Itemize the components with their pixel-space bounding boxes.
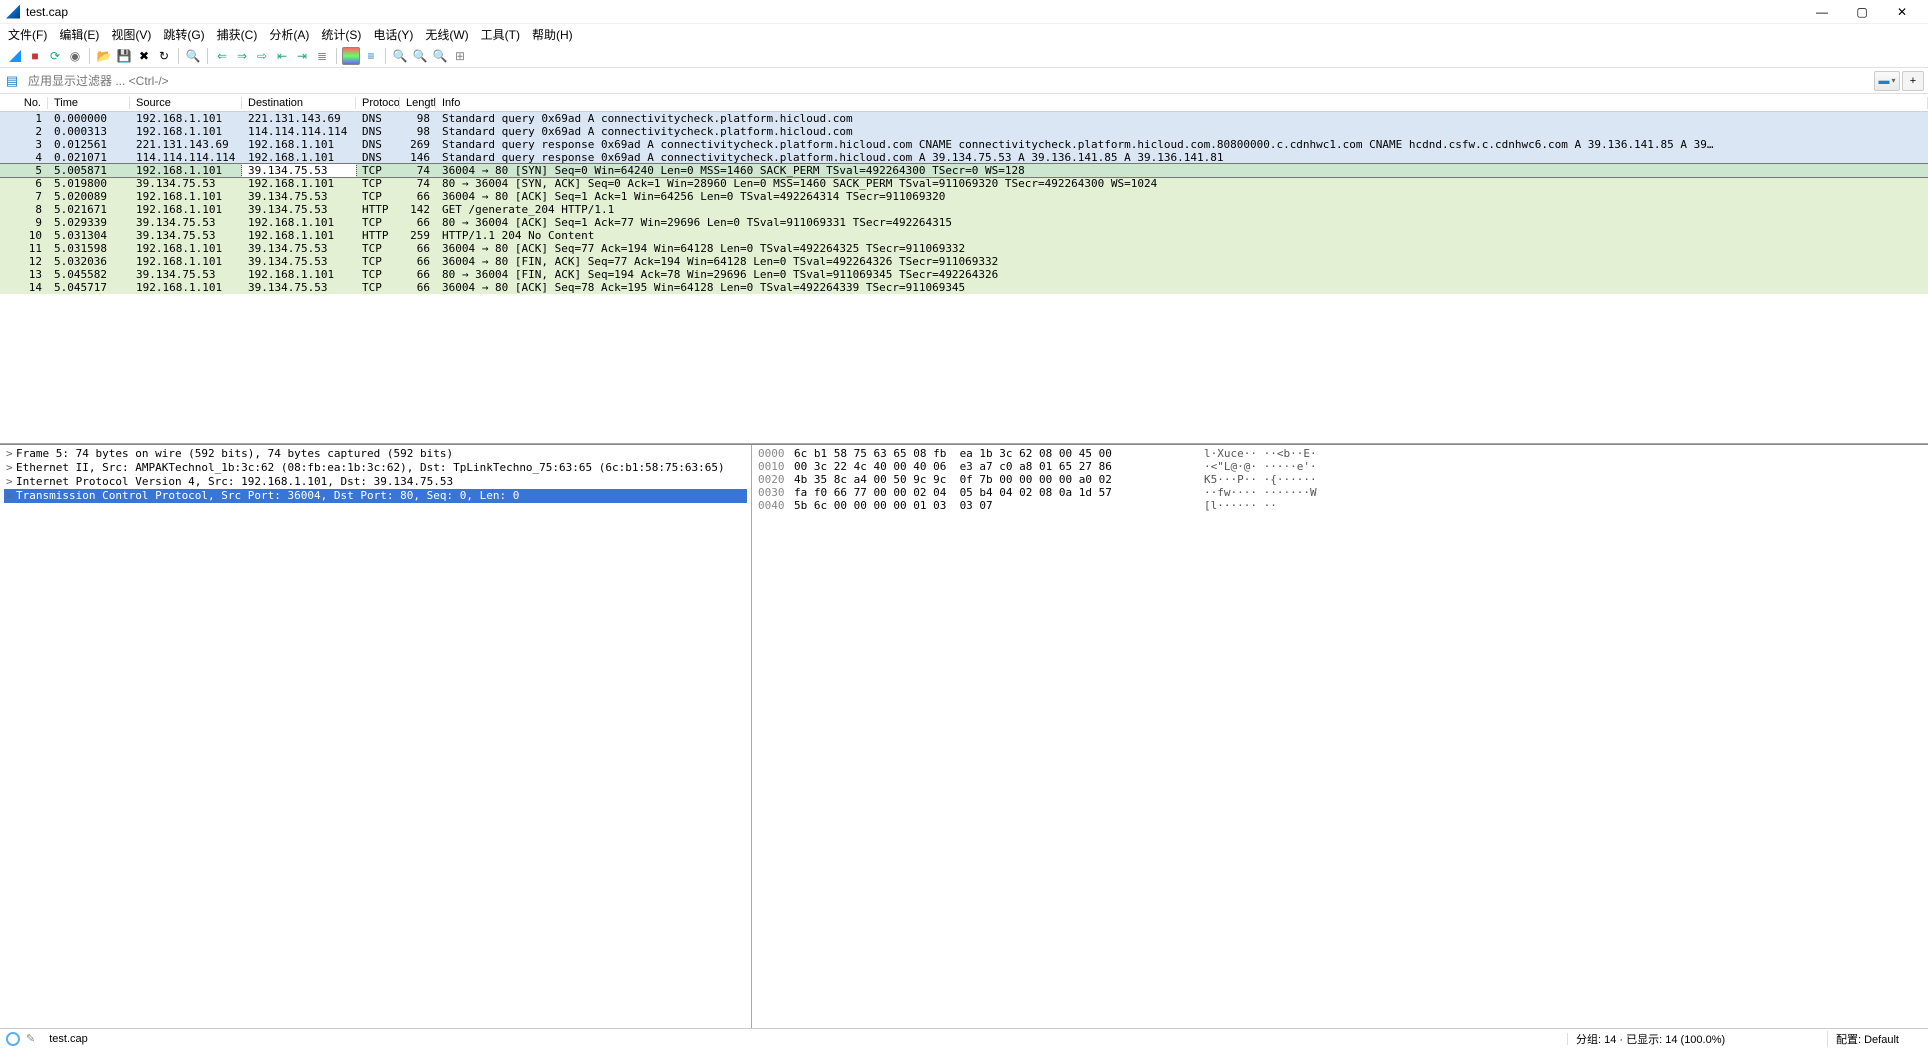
hex-row[interactable]: 001000 3c 22 4c 40 00 40 06 e3 a7 c0 a8 …	[758, 460, 1922, 473]
maximize-button[interactable]: ▢	[1842, 1, 1882, 23]
go-back-icon[interactable]: ⇐	[213, 47, 231, 65]
column-header-source[interactable]: Source	[130, 97, 242, 109]
hex-row[interactable]: 00006c b1 58 75 63 65 08 fb ea 1b 3c 62 …	[758, 447, 1922, 460]
menu-item[interactable]: 编辑(E)	[59, 26, 99, 43]
menu-item[interactable]: 帮助(H)	[532, 26, 573, 43]
auto-scroll-icon[interactable]: ≣	[313, 47, 331, 65]
display-filter-input[interactable]	[24, 72, 1872, 90]
stop-capture-icon[interactable]: ■	[26, 47, 44, 65]
packet-row[interactable]: 20.000313192.168.1.101114.114.114.114DNS…	[0, 125, 1928, 138]
expand-icon[interactable]: >	[6, 461, 16, 475]
display-filter-bar: ▤ ▬▾ +	[0, 68, 1928, 94]
tree-node[interactable]: >Ethernet II, Src: AMPAKTechnol_1b:3c:62…	[4, 461, 747, 475]
open-file-icon[interactable]: 📂	[95, 47, 113, 65]
filter-add-button[interactable]: +	[1902, 71, 1924, 91]
packet-row[interactable]: 125.032036192.168.1.10139.134.75.53TCP66…	[0, 255, 1928, 268]
packet-row[interactable]: 55.005871192.168.1.10139.134.75.53TCP743…	[0, 164, 1928, 177]
menu-item[interactable]: 视图(V)	[111, 26, 151, 43]
menu-item[interactable]: 捕获(C)	[217, 26, 258, 43]
menu-item[interactable]: 无线(W)	[425, 26, 468, 43]
packet-row[interactable]: 40.021071114.114.114.114192.168.1.101DNS…	[0, 151, 1928, 164]
packet-row[interactable]: 115.031598192.168.1.10139.134.75.53TCP66…	[0, 242, 1928, 255]
tree-node[interactable]: >Internet Protocol Version 4, Src: 192.1…	[4, 475, 747, 489]
menu-bar: 文件(F) 编辑(E) 视图(V) 跳转(G) 捕获(C) 分析(A) 统计(S) 电话(Y)…	[0, 24, 1928, 44]
menu-item[interactable]: 工具(T)	[481, 26, 520, 43]
packet-list-body[interactable]: 10.000000192.168.1.101221.131.143.69DNS9…	[0, 112, 1928, 443]
go-first-icon[interactable]: ⇤	[273, 47, 291, 65]
hex-row[interactable]: 0030fa f0 66 77 00 00 02 04 05 b4 04 02 …	[758, 486, 1922, 499]
toolbar-separator	[89, 48, 90, 64]
title-bar: test.cap — ▢ ✕	[0, 0, 1928, 24]
packet-bytes-pane[interactable]: 00006c b1 58 75 63 65 08 fb ea 1b 3c 62 …	[752, 445, 1928, 1028]
zoom-reset-icon[interactable]: 🔍	[431, 47, 449, 65]
menu-item[interactable]: 跳转(G)	[163, 26, 204, 43]
lower-panes: >Frame 5: 74 bytes on wire (592 bits), 7…	[0, 444, 1928, 1028]
toolbar-separator	[207, 48, 208, 64]
column-header-length[interactable]: Length	[400, 97, 436, 109]
colorize-icon[interactable]	[342, 47, 360, 65]
packet-row[interactable]: 145.045717192.168.1.10139.134.75.53TCP66…	[0, 281, 1928, 294]
main-toolbar: ■ ⟳ ◉ 📂 💾 ✖ ↻ 🔍 ⇐ ⇒ ⇨ ⇤ ⇥ ≣ ≡ 🔍 🔍 🔍 ⊞	[0, 44, 1928, 68]
start-capture-icon[interactable]	[6, 47, 24, 65]
column-header-destination[interactable]: Destination	[242, 97, 356, 109]
status-file: test.cap	[41, 1033, 1568, 1045]
column-header-protocol[interactable]: Protocol	[356, 97, 400, 109]
go-to-packet-icon[interactable]: ⇨	[253, 47, 271, 65]
toolbar-separator	[178, 48, 179, 64]
tree-node[interactable]: >Frame 5: 74 bytes on wire (592 bits), 7…	[4, 447, 747, 461]
find-icon[interactable]: 🔍	[184, 47, 202, 65]
zoom-in-icon[interactable]: 🔍	[391, 47, 409, 65]
restart-capture-icon[interactable]: ⟳	[46, 47, 64, 65]
column-header-no[interactable]: No.	[0, 97, 48, 109]
toolbar-separator	[336, 48, 337, 64]
hex-row[interactable]: 00405b 6c 00 00 00 00 01 03 03 07[l·····…	[758, 499, 1922, 512]
toolbar-separator	[385, 48, 386, 64]
reload-icon[interactable]: ↻	[155, 47, 173, 65]
packet-row[interactable]: 75.020089192.168.1.10139.134.75.53TCP663…	[0, 190, 1928, 203]
app-icon	[6, 5, 20, 19]
packet-details-pane[interactable]: >Frame 5: 74 bytes on wire (592 bits), 7…	[0, 445, 752, 1028]
packet-list-pane: No. Time Source Destination Protocol Len…	[0, 94, 1928, 444]
packet-list-header: No. Time Source Destination Protocol Len…	[0, 94, 1928, 112]
bookmark-icon[interactable]: ▤	[4, 73, 20, 89]
packet-row[interactable]: 65.01980039.134.75.53192.168.1.101TCP748…	[0, 177, 1928, 190]
status-packets: 分组: 14 · 已显示: 14 (100.0%)	[1568, 1031, 1828, 1047]
hex-row[interactable]: 00204b 35 8c a4 00 50 9c 9c 0f 7b 00 00 …	[758, 473, 1922, 486]
packet-row[interactable]: 95.02933939.134.75.53192.168.1.101TCP668…	[0, 216, 1928, 229]
window-title: test.cap	[26, 5, 1802, 19]
resize-all-icon[interactable]: ⊞	[451, 47, 469, 65]
go-forward-icon[interactable]: ⇒	[233, 47, 251, 65]
packet-row[interactable]: 85.021671192.168.1.10139.134.75.53HTTP14…	[0, 203, 1928, 216]
expand-icon[interactable]: >	[6, 475, 16, 489]
zoom-out-icon[interactable]: 🔍	[411, 47, 429, 65]
column-header-time[interactable]: Time	[48, 97, 130, 109]
menu-item[interactable]: 电话(Y)	[373, 26, 413, 43]
packet-row[interactable]: 105.03130439.134.75.53192.168.1.101HTTP2…	[0, 229, 1928, 242]
capture-file-properties-icon[interactable]: ✎	[26, 1032, 35, 1045]
go-last-icon[interactable]: ⇥	[293, 47, 311, 65]
packet-row[interactable]: 10.000000192.168.1.101221.131.143.69DNS9…	[0, 112, 1928, 125]
menu-item[interactable]: 文件(F)	[8, 26, 47, 43]
column-header-info[interactable]: Info	[436, 97, 1928, 109]
expand-icon[interactable]: >	[6, 489, 16, 503]
packet-row[interactable]: 135.04558239.134.75.53192.168.1.101TCP66…	[0, 268, 1928, 281]
menu-item[interactable]: 统计(S)	[321, 26, 361, 43]
expert-info-icon[interactable]	[6, 1032, 20, 1046]
status-profile[interactable]: 配置: Default	[1828, 1031, 1928, 1047]
packet-row[interactable]: 30.012561221.131.143.69192.168.1.101DNS2…	[0, 138, 1928, 151]
save-file-icon[interactable]: 💾	[115, 47, 133, 65]
close-button[interactable]: ✕	[1882, 1, 1922, 23]
filter-dropdown-button[interactable]: ▬▾	[1874, 71, 1900, 91]
menu-item[interactable]: 分析(A)	[269, 26, 309, 43]
minimize-button[interactable]: —	[1802, 1, 1842, 23]
close-file-icon[interactable]: ✖	[135, 47, 153, 65]
tree-node[interactable]: >Transmission Control Protocol, Src Port…	[4, 489, 747, 503]
capture-options-icon[interactable]: ◉	[66, 47, 84, 65]
expand-icon[interactable]: >	[6, 447, 16, 461]
status-bar: ✎ test.cap 分组: 14 · 已显示: 14 (100.0%) 配置:…	[0, 1028, 1928, 1048]
resize-columns-icon[interactable]: ≡	[362, 47, 380, 65]
